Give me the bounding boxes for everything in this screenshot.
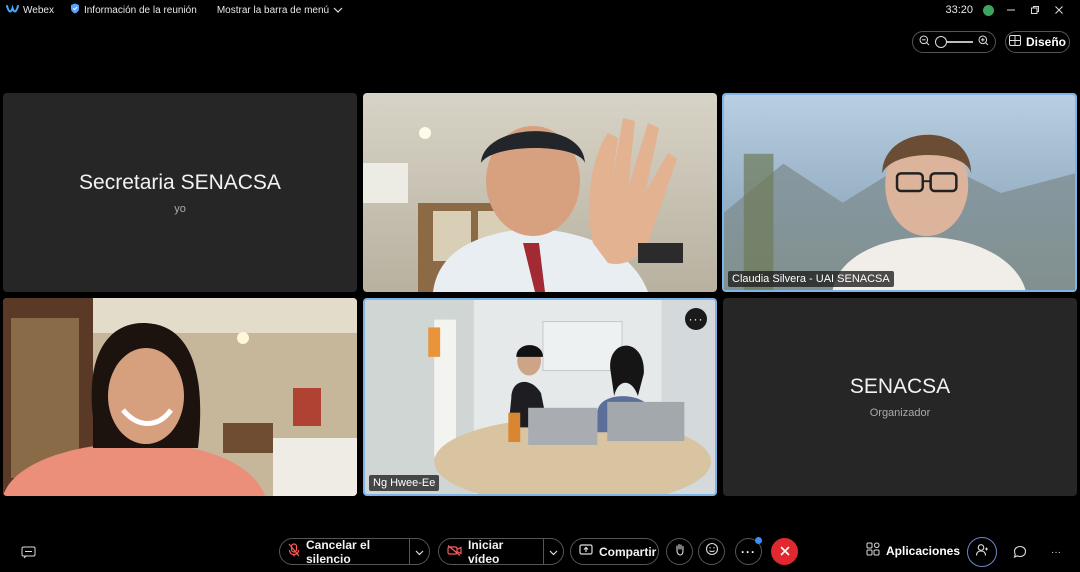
tile-more-options-button[interactable]: ··· [685,308,707,330]
hand-icon [675,543,685,561]
close-icon[interactable] [1052,3,1066,17]
leave-meeting-button[interactable] [771,538,798,565]
connection-status-icon [983,4,994,16]
start-video-label: Iniciar vídeo [468,537,504,566]
shield-icon [70,3,80,17]
microphone-muted-icon [288,543,300,560]
chevron-down-icon [415,545,424,559]
chevron-down-icon [549,545,558,559]
show-menu-label: Mostrar la barra de menú [216,4,330,16]
participant-video-smiling-woman[interactable] [3,298,357,496]
overflow-menu-button[interactable]: ··· [1046,542,1066,562]
show-menu-bar-button[interactable]: Mostrar la barra de menú [217,5,343,16]
start-video-button[interactable]: Iniciar vídeo [439,537,543,566]
participant-video-ng-hwee-ee[interactable]: ··· Ng Hwee-Ee [363,298,717,496]
participant-name: Secretaria SENACSA [79,170,281,194]
layout-grid-icon [1008,35,1021,49]
raise-hand-button[interactable] [666,538,693,565]
unmute-label: Cancelar el silencio [306,537,371,566]
zoom-slider[interactable] [912,31,996,53]
minimize-icon[interactable] [1004,3,1018,17]
participant-tile-host[interactable]: SENACSA Organizador [723,298,1077,496]
layout-label: Diseño [1025,35,1066,49]
title-bar: Webex Información de la reunión Mostrar … [0,0,1080,20]
meeting-info-label: Información de la reunión [83,4,197,16]
participant-video-claudia[interactable]: Claudia Silvera - UAI SENACSA [722,93,1077,292]
reactions-button[interactable] [698,538,725,565]
close-icon [780,543,790,561]
participant-role: Organizador [869,407,931,419]
video-feed-image [365,300,715,494]
apps-button[interactable]: Aplicaciones [866,542,960,559]
zoom-in-icon[interactable] [978,33,989,51]
share-screen-icon [579,544,593,559]
zoom-handle[interactable] [935,36,947,48]
webex-logo-icon [6,4,19,17]
participant-name-tag: Ng Hwee-Ee [369,475,440,491]
participant-role: yo [174,202,186,215]
participant-tile-self[interactable]: Secretaria SENACSA yo [3,93,357,292]
video-options-dropdown[interactable] [544,539,563,564]
zoom-track[interactable] [935,36,973,48]
captions-icon[interactable] [18,542,38,562]
apps-label: Aplicaciones [886,543,961,558]
share-label: Compartir [599,544,657,559]
participant-video-waving-man[interactable] [363,93,717,292]
apps-grid-icon [866,542,880,559]
zoom-out-icon[interactable] [919,33,930,51]
person-icon [975,543,989,562]
app-name: Webex [23,4,54,16]
app-brand: Webex [6,4,54,17]
chevron-down-icon [333,5,343,16]
layout-button[interactable]: Diseño [1005,31,1070,53]
meeting-info-button[interactable]: Información de la reunión [70,3,197,17]
video-feed-image [724,95,1075,290]
camera-off-icon [447,544,462,559]
audio-options-dropdown[interactable] [410,539,429,564]
video-button-group: Iniciar vídeo [438,537,564,566]
video-feed-image [3,298,357,496]
video-feed-image [363,93,717,292]
participant-name-tag: Claudia Silvera - UAI SENACSA [728,271,894,287]
unmute-button-group: Cancelar el silencio [279,537,430,566]
meeting-controls-bar: Cancelar el silencio Iniciar vídeo Compa… [0,532,1080,572]
notification-badge [755,537,762,544]
chat-icon[interactable] [1010,542,1030,562]
emoji-smile-icon [705,542,719,561]
unmute-button[interactable]: Cancelar el silencio [280,537,409,566]
participants-button[interactable] [967,537,997,567]
meeting-timer: 33:20 [945,4,973,16]
share-button[interactable]: Compartir [570,538,659,565]
restore-icon[interactable] [1028,3,1042,17]
participant-name: SENACSA [849,375,951,398]
